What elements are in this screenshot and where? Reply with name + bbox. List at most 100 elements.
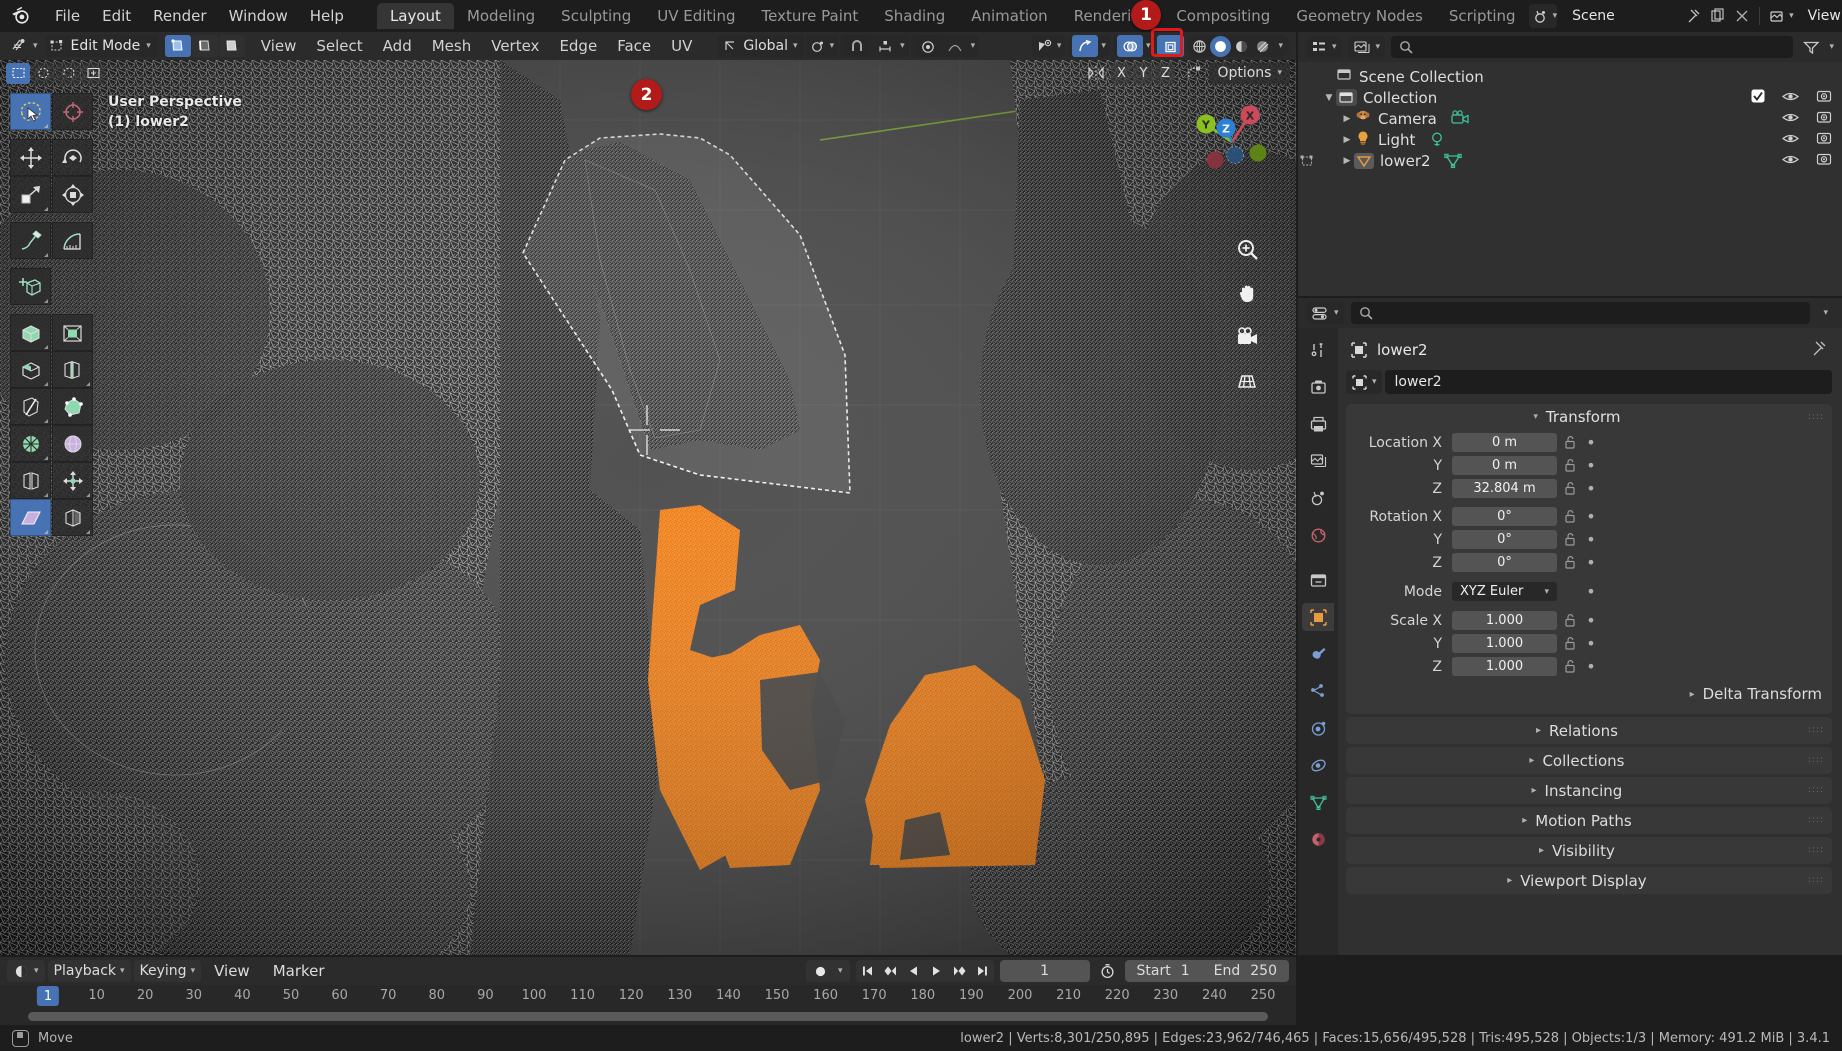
auto-keying-button[interactable] [809,960,832,982]
tab-layout[interactable]: Layout [376,3,454,29]
scale-z-input[interactable]: 1.000 [1452,657,1557,676]
animate-dot-icon[interactable]: • [1583,456,1599,475]
tool-shrink-fatten[interactable] [52,462,93,499]
object-name-input[interactable]: lower2 [1384,370,1832,394]
tool-loop-cut[interactable] [52,351,93,388]
scene-name-field[interactable]: Scene [1562,4,1683,28]
chevron-right-icon[interactable]: ▶ [1340,156,1354,166]
viewport-canvas[interactable] [0,60,1296,955]
visibility-panel[interactable]: ▸ Visibility :::: [1346,837,1832,864]
overlays-toggle-button[interactable] [1116,35,1143,57]
render-camera-icon[interactable] [1816,131,1832,149]
tab-object-data[interactable] [1302,788,1334,816]
use-preview-range-icon[interactable] [1096,960,1119,982]
timeline-menu-view[interactable]: View [204,959,260,983]
outliner-display-mode-button[interactable]: ▾ [1347,36,1386,58]
animate-dot-icon[interactable]: • [1583,507,1599,526]
proportional-edit-button[interactable] [914,35,941,57]
properties-editor-type-button[interactable]: ▾ [1306,302,1344,324]
snap-target-icon[interactable] [873,34,897,58]
tool-inset-faces[interactable] [52,314,93,351]
properties-search-input[interactable] [1350,302,1811,324]
object-browse-dropdown[interactable]: ▾ [1346,370,1382,394]
animate-dot-icon[interactable]: • [1583,530,1599,549]
tool-measure[interactable] [52,222,93,259]
visibility-eye-icon[interactable] [1782,152,1799,170]
tab-material[interactable] [1302,825,1334,853]
menu-uv[interactable]: UV [662,34,701,58]
outliner-row-light[interactable]: ▶ Light [1298,129,1842,150]
timeline-editor-type-button[interactable]: ▾ [7,960,45,982]
tool-move[interactable] [10,139,51,176]
menu-face[interactable]: Face [608,34,660,58]
scale-y-input[interactable]: 1.000 [1452,634,1557,653]
tab-texture-paint[interactable]: Texture Paint [748,3,871,29]
lock-icon[interactable] [1557,636,1583,651]
menu-edit[interactable]: Edit [91,4,142,28]
snap-magnet-button[interactable] [844,35,871,57]
next-keyframe-button[interactable] [948,960,971,982]
motion-paths-panel[interactable]: ▸ Motion Paths :::: [1346,807,1832,834]
jump-to-end-button[interactable] [971,960,994,982]
rotation-x-input[interactable]: 0° [1452,507,1557,526]
animate-dot-icon[interactable]: • [1583,582,1599,601]
render-camera-icon[interactable] [1816,89,1832,107]
outliner-editor-type-button[interactable]: ▾ [1306,36,1342,58]
tool-scale[interactable] [10,176,51,213]
render-camera-icon[interactable] [1816,110,1832,128]
mirror-axis-x-button[interactable]: X [1111,62,1132,84]
select-lasso-button[interactable] [56,62,80,84]
chevron-right-icon[interactable]: ▶ [1340,135,1354,145]
tab-sculpting[interactable]: Sculpting [548,3,644,29]
scale-x-input[interactable]: 1.000 [1452,611,1557,630]
tool-bevel[interactable] [10,351,51,388]
animate-dot-icon[interactable]: • [1583,479,1599,498]
menu-render[interactable]: Render [142,4,217,28]
menu-select[interactable]: Select [307,34,371,58]
instancing-panel[interactable]: ▸ Instancing :::: [1346,777,1832,804]
outliner-search-input[interactable] [1391,36,1794,58]
gizmo-toggle-button[interactable] [1072,35,1099,57]
tool-rotate[interactable] [52,139,93,176]
visibility-eye-icon[interactable] [1782,110,1799,128]
menu-edge[interactable]: Edge [550,34,606,58]
tool-smooth[interactable] [52,425,93,462]
tool-transform[interactable] [52,176,93,213]
tab-render[interactable] [1302,373,1334,401]
select-circle-button[interactable] [31,62,55,84]
play-reverse-button[interactable] [902,960,925,982]
previous-keyframe-button[interactable] [879,960,902,982]
pivot-point-dropdown[interactable]: ▾ [805,35,839,57]
transform-panel-header[interactable]: ▾ Transform :::: [1346,404,1832,430]
tool-annotate[interactable] [10,222,51,259]
new-scene-icon[interactable] [1706,4,1730,28]
select-box-button[interactable] [6,62,30,84]
menu-view[interactable]: View [252,34,306,58]
tab-compositing[interactable]: Compositing [1163,3,1283,29]
lock-icon[interactable] [1557,613,1583,628]
lock-icon[interactable] [1557,481,1583,496]
perspective-toggle-icon[interactable] [1234,368,1260,394]
animate-dot-icon[interactable]: • [1583,657,1599,676]
tool-spin[interactable] [10,425,51,462]
chevron-down-icon[interactable]: ▼ [1322,93,1336,103]
tool-edge-slide[interactable] [10,462,51,499]
tab-uv-editing[interactable]: UV Editing [644,3,748,29]
keying-dropdown[interactable]: Keying ▾ [133,960,202,982]
rotation-z-input[interactable]: 0° [1452,553,1557,572]
lock-icon[interactable] [1557,435,1583,450]
3d-viewport[interactable]: User Perspective (1) lower2 X Y Z [0,60,1296,955]
location-x-input[interactable]: 0 m [1452,433,1557,452]
auto-keying-chevron-down-icon[interactable]: ▾ [834,966,847,976]
location-y-input[interactable]: 0 m [1452,456,1557,475]
animate-dot-icon[interactable]: • [1583,611,1599,630]
outliner-row-scene-collection[interactable]: Scene Collection [1298,66,1842,87]
outliner-row-camera[interactable]: ▶ Camera [1298,108,1842,129]
menu-mesh[interactable]: Mesh [423,34,481,58]
tab-world[interactable] [1302,521,1334,549]
material-preview-button[interactable] [1231,36,1252,57]
zoom-icon[interactable] [1234,236,1260,262]
camera-data-icon[interactable] [1449,110,1471,127]
menu-file[interactable]: File [44,4,91,28]
visibility-dropdown[interactable]: ▾ [1031,35,1066,57]
